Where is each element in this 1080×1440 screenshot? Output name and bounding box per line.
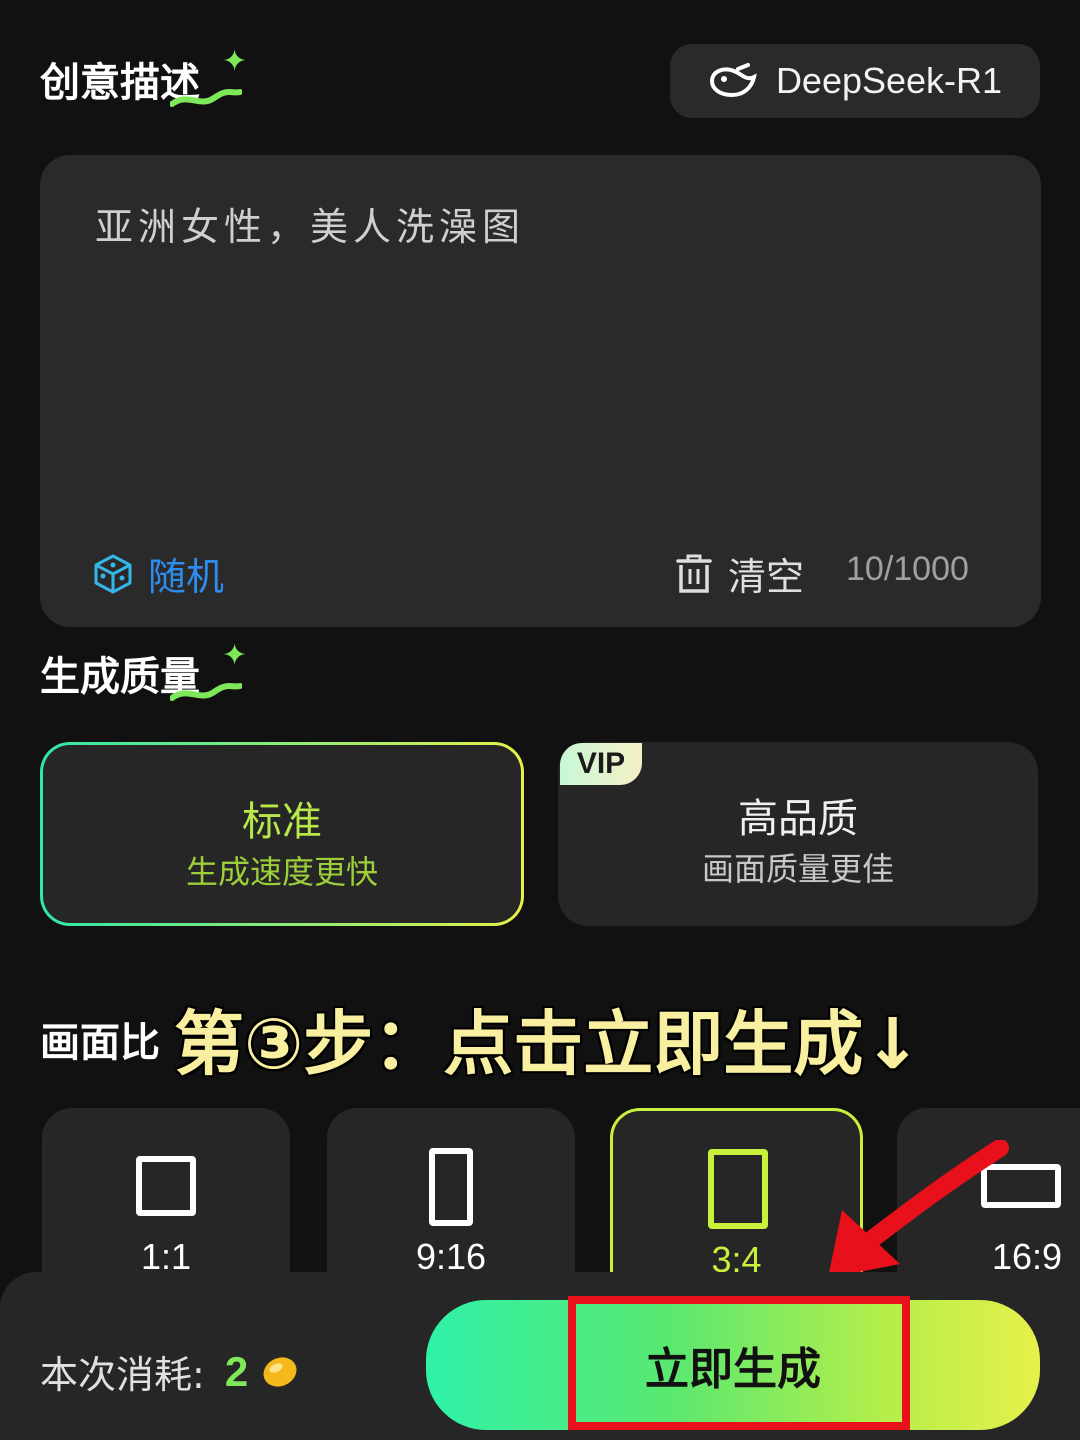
- square-ratio-icon: [136, 1156, 196, 1216]
- underline-squiggle-icon: [170, 89, 242, 107]
- step-annotation: 第③步：点击立即生成↓: [174, 1003, 922, 1085]
- prompt-text[interactable]: 亚洲女性，美人洗澡图: [95, 196, 525, 251]
- vip-badge: VIP: [560, 743, 642, 785]
- trash-icon: [676, 554, 712, 593]
- sparkle-icon: ✦: [222, 638, 248, 673]
- red-arrow: [828, 1140, 1009, 1278]
- cost-value: 2: [224, 1347, 249, 1395]
- bean-coin-icon: [263, 1356, 297, 1387]
- model-selector-button[interactable]: DeepSeek-R1: [670, 44, 1040, 118]
- random-button[interactable]: 随机: [92, 546, 224, 601]
- dice-icon: [94, 554, 132, 593]
- clear-label: 清空: [728, 555, 805, 599]
- portrait-ratio-icon: [708, 1149, 768, 1229]
- highlight-box: [568, 1296, 910, 1430]
- quality-option-standard[interactable]: 标准 生成速度更快: [40, 742, 524, 926]
- quality-option-name: 标准: [242, 799, 322, 845]
- quality-option-name: 高品质: [738, 796, 858, 842]
- quality-option-desc: 生成速度更快: [185, 853, 378, 891]
- ratio-section-title: 画面比: [40, 1020, 160, 1066]
- whale-logo-icon: [709, 63, 757, 98]
- clear-button[interactable]: 清空: [674, 546, 804, 601]
- model-selector-label: DeepSeek-R1: [775, 60, 1003, 101]
- cost-label: 本次消耗:: [40, 1353, 205, 1397]
- sparkle-icon: ✦: [222, 44, 248, 79]
- char-counter: 10/1000: [846, 550, 969, 588]
- quality-option-desc: 画面质量更佳: [701, 850, 894, 888]
- cost-info: 本次消耗: 2: [40, 1344, 300, 1399]
- random-label: 随机: [148, 555, 225, 599]
- portrait-ratio-icon: [429, 1148, 473, 1226]
- underline-squiggle-icon: [170, 683, 242, 701]
